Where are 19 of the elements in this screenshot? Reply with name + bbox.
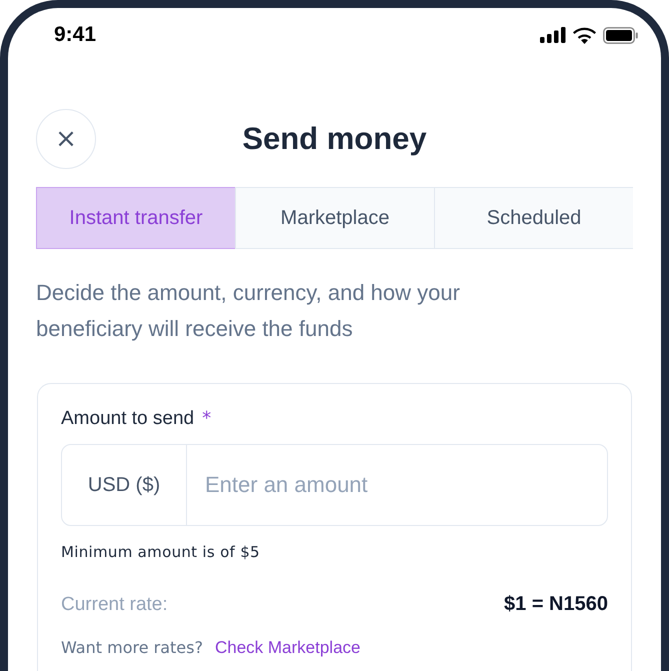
description-text: Decide the amount, currency, and how your beneficiary will receive the funds: [36, 279, 461, 343]
close-button[interactable]: ×: [36, 109, 96, 169]
tab[interactable]: Marketplace: [235, 187, 434, 249]
amount-field[interactable]: USD ($) Enter an amount: [61, 444, 608, 526]
field-label: Amount to send: [61, 408, 194, 430]
rate-label: Current rate:: [61, 594, 168, 616]
check-marketplace-link[interactable]: Check Marketplace: [214, 638, 360, 658]
more-rates-text: Want more rates?: [61, 638, 203, 657]
wifi-icon: [573, 26, 596, 44]
tab[interactable]: Scheduled: [434, 187, 633, 249]
battery-icon: [603, 26, 639, 44]
page-title: Send money: [242, 121, 427, 157]
tab[interactable]: Instant transfer: [36, 187, 235, 249]
hint-text: Minimum amount is of $5: [61, 543, 261, 561]
signal-icon: [540, 27, 566, 43]
currency-selector[interactable]: USD ($): [62, 445, 187, 525]
status-time: 9:41: [54, 23, 96, 47]
required-mark: *: [202, 408, 212, 429]
rate-value: $1 = N1560: [504, 593, 608, 616]
